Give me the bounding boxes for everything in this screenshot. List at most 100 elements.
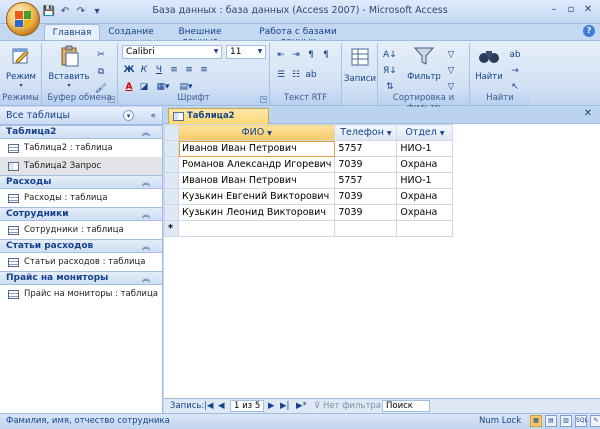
column-header-phone[interactable]: Телефон ▼: [334, 124, 398, 141]
tab-external-data[interactable]: Внешние данные: [160, 24, 240, 47]
collapse-pane-icon[interactable]: «: [150, 107, 156, 125]
table-cell[interactable]: Кузькин Леонид Викторович: [177, 204, 336, 221]
table-row[interactable]: Кузькин Леонид Викторович 7039 Охрана: [164, 204, 454, 221]
help-icon[interactable]: ?: [583, 25, 595, 37]
row-selector[interactable]: [164, 140, 179, 157]
design-view-icon[interactable]: ✎: [590, 415, 600, 427]
cut-icon[interactable]: ✂: [94, 47, 108, 61]
minimize-button[interactable]: –: [546, 3, 562, 17]
copy-icon[interactable]: ⧉: [94, 64, 108, 78]
gridlines-icon[interactable]: ▦▾: [152, 79, 174, 93]
sort-desc-icon[interactable]: Я↓: [382, 63, 398, 77]
font-launcher-icon[interactable]: ↘: [260, 96, 267, 103]
nav-pane-header[interactable]: Все таблицы ▾ «: [0, 107, 162, 125]
view-button[interactable]: Режим ▾: [4, 45, 38, 89]
table-cell[interactable]: Охрана: [396, 156, 454, 173]
column-header-dept[interactable]: Отдел ▼: [396, 124, 454, 141]
close-document-icon[interactable]: ✕: [584, 108, 592, 119]
sql-view-button[interactable]: SQL: [575, 415, 588, 427]
nav-section-header[interactable]: Прайс на мониторы ︽: [0, 271, 162, 285]
row-selector[interactable]: [164, 188, 179, 205]
table-cell[interactable]: Романов Александр Игоревич: [177, 156, 336, 173]
nav-item[interactable]: Расходы : таблица: [0, 189, 162, 207]
nav-item[interactable]: Таблица2 Запрос: [0, 157, 162, 175]
table-cell[interactable]: НИО-1: [396, 172, 454, 189]
align-center-icon[interactable]: ≡: [182, 62, 196, 76]
pivot-chart-view-icon[interactable]: ▥: [560, 415, 572, 427]
goto-icon[interactable]: →: [508, 63, 522, 77]
pivot-table-view-icon[interactable]: ▤: [545, 415, 557, 427]
nav-section-header[interactable]: Расходы ︽: [0, 175, 162, 189]
tab-home[interactable]: Главная: [44, 24, 100, 41]
replace-icon[interactable]: ab: [508, 47, 522, 61]
tab-create[interactable]: Создание: [106, 24, 156, 41]
office-button[interactable]: [6, 2, 40, 36]
table-cell[interactable]: [334, 220, 398, 237]
table-cell[interactable]: 7039: [334, 156, 398, 173]
italic-button[interactable]: К: [137, 62, 151, 76]
table-row[interactable]: Иванов Иван Петрович 5757 НИО-1: [164, 172, 454, 189]
table-cell[interactable]: [177, 220, 336, 237]
table-cell[interactable]: 5757: [334, 140, 398, 157]
nav-section-header[interactable]: Таблица2 ︽: [0, 125, 162, 139]
bullets-icon[interactable]: ☰: [274, 67, 288, 81]
font-name-combo[interactable]: Calibri ▼: [122, 45, 222, 59]
table-cell[interactable]: НИО-1: [396, 140, 454, 157]
table-row[interactable]: Романов Александр Игоревич 7039 Охрана: [164, 156, 454, 173]
bold-button[interactable]: Ж: [122, 62, 136, 76]
fill-color-icon[interactable]: ◪: [137, 79, 151, 93]
table-cell[interactable]: 7039: [334, 204, 398, 221]
record-position-input[interactable]: 1 из 5: [230, 400, 265, 412]
document-tab[interactable]: Таблица2 Запрос: [168, 108, 269, 136]
numbering-icon[interactable]: ☷: [289, 67, 303, 81]
last-record-icon[interactable]: ▶|: [280, 399, 289, 413]
close-button[interactable]: ✕: [580, 3, 596, 17]
new-record-icon[interactable]: ▶*: [296, 399, 307, 413]
select-icon[interactable]: ↖: [508, 79, 522, 93]
nav-section-header[interactable]: Статьи расходов ︽: [0, 239, 162, 253]
selection-filter-icon[interactable]: ▽: [444, 47, 458, 61]
toggle-filter-icon[interactable]: ▽: [444, 79, 458, 93]
nav-item[interactable]: Таблица2 : таблица: [0, 139, 162, 157]
row-selector[interactable]: [164, 204, 179, 221]
select-all-cell[interactable]: [164, 124, 179, 141]
prev-record-icon[interactable]: ◀: [218, 399, 225, 413]
sort-asc-icon[interactable]: A↓: [382, 47, 398, 61]
nav-item[interactable]: Сотрудники : таблица: [0, 221, 162, 239]
maximize-button[interactable]: ▫: [563, 3, 579, 17]
alt-fill-icon[interactable]: ▤▾: [175, 79, 197, 93]
datasheet-view-icon[interactable]: ▦: [530, 415, 542, 427]
indent-decrease-icon[interactable]: ⇤: [274, 47, 288, 61]
filter-button[interactable]: Фильтр: [406, 45, 442, 82]
table-cell[interactable]: 7039: [334, 188, 398, 205]
table-row[interactable]: Кузькин Евгений Викторович 7039 Охрана: [164, 188, 454, 205]
font-color-button[interactable]: A: [122, 79, 136, 93]
table-cell[interactable]: Иванов Иван Петрович: [177, 172, 336, 189]
no-filter-button[interactable]: ⊽ Нет фильтра: [314, 399, 381, 413]
nav-item[interactable]: Статьи расходов : таблица: [0, 253, 162, 271]
records-button[interactable]: Записи: [344, 47, 376, 84]
chevron-up-icon[interactable]: ︽: [142, 240, 150, 253]
table-cell[interactable]: [396, 220, 454, 237]
table-cell[interactable]: Иванов Иван Петрович: [177, 140, 336, 157]
nav-item[interactable]: Прайс на мониторы : таблица: [0, 285, 162, 303]
next-record-icon[interactable]: ▶: [268, 399, 275, 413]
highlight-icon[interactable]: ab: [304, 67, 318, 81]
column-header-fio[interactable]: ФИО ▼: [177, 124, 336, 141]
rtl-icon[interactable]: ¶: [304, 47, 318, 61]
nav-section-header[interactable]: Сотрудники ︽: [0, 207, 162, 221]
chevron-up-icon[interactable]: ︽: [142, 176, 150, 189]
table-cell[interactable]: Охрана: [396, 204, 454, 221]
align-left-icon[interactable]: ≡: [167, 62, 181, 76]
clear-sort-icon[interactable]: ⇅: [383, 79, 397, 93]
table-cell[interactable]: Кузькин Евгений Викторович: [177, 188, 336, 205]
paste-button[interactable]: Вставить ▾: [48, 45, 90, 89]
find-button[interactable]: Найти: [472, 45, 506, 82]
advanced-filter-icon[interactable]: ▽: [444, 63, 458, 77]
clipboard-launcher-icon[interactable]: ↘: [108, 96, 115, 103]
tab-database-tools[interactable]: Работа с базами данных: [244, 24, 352, 47]
chevron-down-icon[interactable]: ▾: [123, 110, 134, 121]
first-record-icon[interactable]: |◀: [204, 399, 213, 413]
table-cell[interactable]: Охрана: [396, 188, 454, 205]
row-selector[interactable]: [164, 156, 179, 173]
